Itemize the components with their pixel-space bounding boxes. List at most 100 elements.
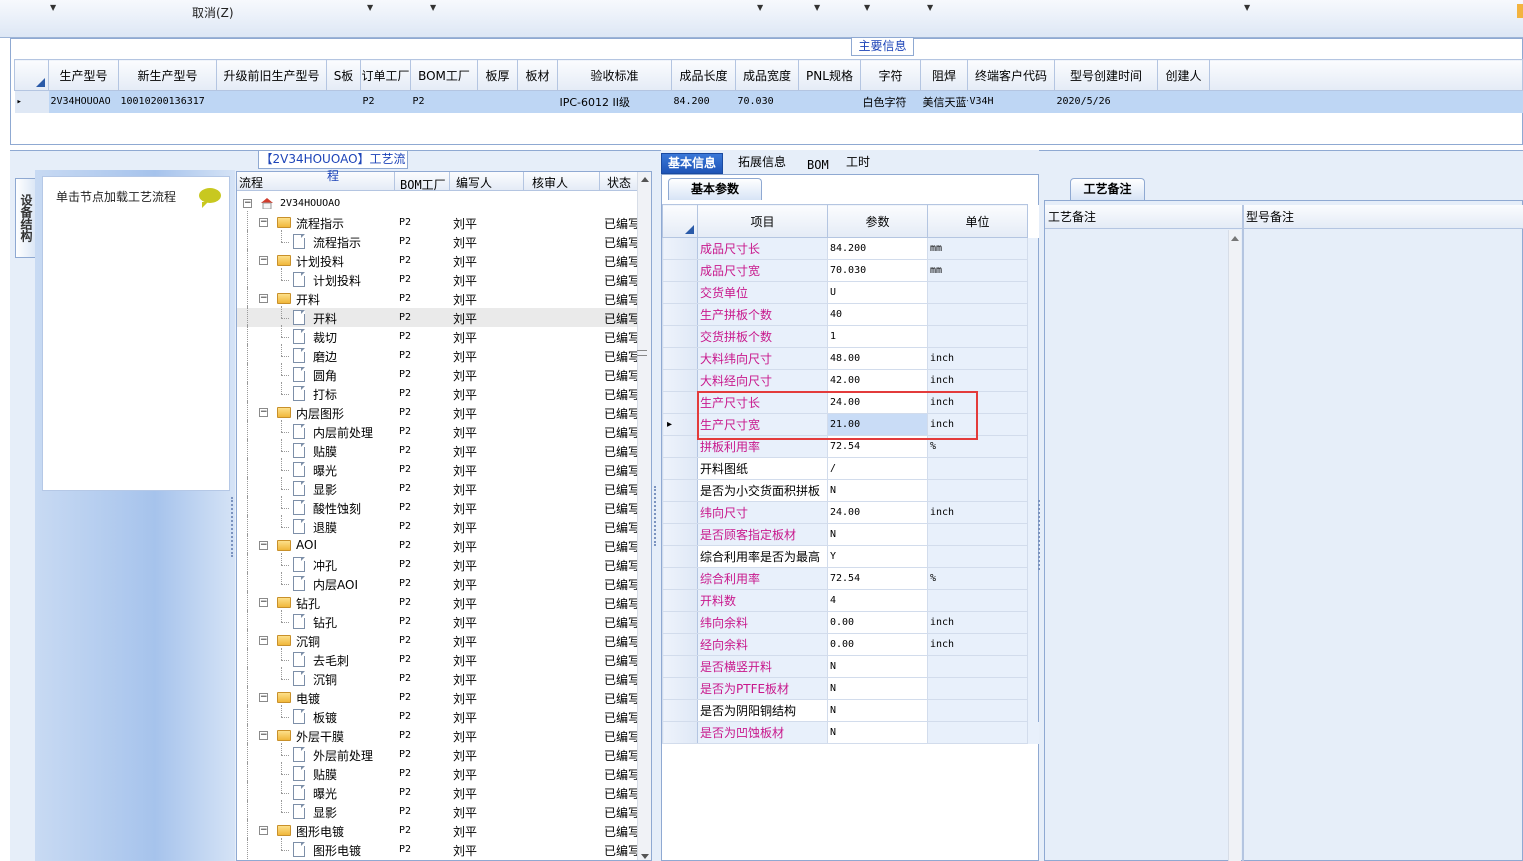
- main-col-header[interactable]: 板材: [517, 59, 558, 91]
- param-value[interactable]: 1: [827, 325, 928, 348]
- param-value[interactable]: Y: [827, 545, 928, 568]
- dropdown-arrow-icon[interactable]: ▼: [430, 3, 436, 12]
- remarks-divider[interactable]: [1242, 205, 1244, 861]
- main-cell[interactable]: 2V34HOUOAO: [48, 90, 119, 113]
- process-tree-row[interactable]: 曝光 P2 刘平 已编写: [237, 458, 637, 479]
- process-tree-row[interactable]: 裁切 P2 刘平 已编写: [237, 325, 637, 346]
- main-col-header[interactable]: 阻焊: [920, 59, 968, 91]
- dropdown-arrow-icon[interactable]: ▼: [1244, 3, 1250, 12]
- param-row[interactable]: 开料图纸 /: [662, 457, 1039, 480]
- header-corner[interactable]: [14, 59, 49, 91]
- tab-labor-hours[interactable]: 工时: [840, 153, 876, 174]
- collapse-icon[interactable]: −: [259, 731, 268, 740]
- param-unit[interactable]: [927, 523, 1028, 546]
- row-header[interactable]: [662, 721, 698, 744]
- process-tree-row[interactable]: − 计划投料 P2 刘平 已编写: [237, 249, 637, 270]
- param-unit[interactable]: inch: [927, 369, 1028, 392]
- row-header[interactable]: [662, 633, 698, 656]
- param-value[interactable]: 84.200: [827, 237, 928, 260]
- process-tree-row[interactable]: 退膜 P2 刘平 已编写: [237, 515, 637, 536]
- col-status[interactable]: 状态: [607, 174, 631, 191]
- param-value[interactable]: /: [827, 457, 928, 480]
- param-value[interactable]: N: [827, 523, 928, 546]
- param-value[interactable]: N: [827, 655, 928, 678]
- main-col-header[interactable]: 成品长度: [671, 59, 736, 91]
- row-header[interactable]: [662, 611, 698, 634]
- main-col-header[interactable]: 字符: [860, 59, 921, 91]
- param-unit[interactable]: inch: [927, 611, 1028, 634]
- col-item[interactable]: 项目: [697, 204, 828, 238]
- row-header[interactable]: [662, 589, 698, 612]
- process-tree-row[interactable]: − 内层图形 P2 刘平 已编写: [237, 401, 637, 422]
- param-value[interactable]: 40: [827, 303, 928, 326]
- row-header[interactable]: [662, 655, 698, 678]
- process-tree-row[interactable]: 显影 P2 刘平 已编写: [237, 800, 637, 821]
- process-tree-row[interactable]: 计划投料 P2 刘平 已编写: [237, 268, 637, 289]
- main-col-header[interactable]: 成品宽度: [735, 59, 799, 91]
- col-process[interactable]: 流程: [239, 174, 263, 191]
- row-header-corner[interactable]: [662, 204, 698, 238]
- row-indicator-icon[interactable]: ▸: [14, 90, 49, 113]
- dropdown-arrow-icon[interactable]: ▼: [367, 3, 373, 12]
- param-row[interactable]: 是否为阴阳铜结构 N: [662, 699, 1039, 722]
- param-value[interactable]: 24.00: [827, 501, 928, 524]
- main-cell[interactable]: P2: [360, 90, 411, 113]
- main-cell[interactable]: [216, 90, 327, 113]
- param-row[interactable]: 纬向尺寸 24.00 inch: [662, 501, 1039, 524]
- param-unit[interactable]: inch: [927, 347, 1028, 370]
- param-row[interactable]: 是否为小交货面积拼板 N: [662, 479, 1039, 502]
- main-col-header[interactable]: S板: [326, 59, 361, 91]
- param-unit[interactable]: [927, 303, 1028, 326]
- collapse-icon[interactable]: −: [259, 598, 268, 607]
- main-cell[interactable]: 2020/5/26: [1054, 90, 1158, 113]
- param-unit[interactable]: [927, 545, 1028, 568]
- main-col-header[interactable]: 验收标准: [557, 59, 672, 91]
- row-header[interactable]: ▸: [662, 413, 698, 436]
- param-unit[interactable]: [927, 721, 1028, 744]
- process-tree-row[interactable]: − 钻孔 P2 刘平 已编写: [237, 591, 637, 612]
- param-unit[interactable]: mm: [927, 259, 1028, 282]
- main-col-header[interactable]: 创建人: [1157, 59, 1210, 91]
- splitter-handle[interactable]: [231, 497, 235, 557]
- param-row[interactable]: 是否横竖开料 N: [662, 655, 1039, 678]
- process-tree-row[interactable]: − 图形电镀 P2 刘平 已编写: [237, 819, 637, 840]
- col-writer[interactable]: 编写人: [456, 174, 492, 191]
- main-cell[interactable]: [517, 90, 558, 113]
- param-row[interactable]: 交货单位 U: [662, 281, 1039, 304]
- main-col-header[interactable]: 生产型号: [48, 59, 119, 91]
- tree-scrollbar[interactable]: [637, 172, 651, 860]
- param-unit[interactable]: [927, 479, 1028, 502]
- main-cell[interactable]: 美信天蓝色: [920, 90, 968, 113]
- dropdown-arrow-icon[interactable]: ▼: [50, 3, 56, 12]
- process-tree-row[interactable]: − 电镀 P2 刘平 已编写: [237, 686, 637, 707]
- param-value[interactable]: 48.00: [827, 347, 928, 370]
- process-tree-row[interactable]: − AOI P2 刘平 已编写: [237, 534, 637, 555]
- process-tree-row[interactable]: − 流程指示 P2 刘平 已编写: [237, 211, 637, 232]
- process-tree-row[interactable]: 内层AOI P2 刘平 已编写: [237, 572, 637, 593]
- dropdown-arrow-icon[interactable]: ▼: [927, 3, 933, 12]
- row-header[interactable]: [662, 259, 698, 282]
- process-tree-row[interactable]: 沉铜 P2 刘平 已编写: [237, 667, 637, 688]
- process-tree-row[interactable]: 曝光 P2 刘平 已编写: [237, 781, 637, 802]
- process-tree-row[interactable]: 板镀 P2 刘平 已编写: [237, 705, 637, 726]
- row-header[interactable]: [662, 457, 698, 480]
- row-header[interactable]: [662, 523, 698, 546]
- process-tree-row[interactable]: 开料 P2 刘平 已编写: [237, 306, 637, 327]
- main-cell[interactable]: 白色字符: [860, 90, 921, 113]
- main-cell[interactable]: [326, 90, 361, 113]
- param-unit[interactable]: mm: [927, 237, 1028, 260]
- process-tree-row[interactable]: 酸性蚀刻 P2 刘平 已编写: [237, 496, 637, 517]
- row-header[interactable]: [662, 237, 698, 260]
- col-process-remarks[interactable]: 工艺备注: [1048, 208, 1096, 225]
- col-bom-factory[interactable]: BOM工厂: [400, 176, 446, 193]
- cancel-button[interactable]: 取消(Z): [192, 4, 234, 21]
- collapse-icon[interactable]: −: [259, 408, 268, 417]
- process-tree-grid[interactable]: 流程 BOM工厂 编写人 核审人 状态 − 2V34HOUOAO − 流程指示 P2 刘平…: [236, 171, 652, 861]
- param-value[interactable]: 70.030: [827, 259, 928, 282]
- param-unit[interactable]: [927, 699, 1028, 722]
- param-value[interactable]: N: [827, 479, 928, 502]
- process-tree-row[interactable]: − 开料 P2 刘平 已编写: [237, 287, 637, 308]
- process-tree-row[interactable]: 去毛刺 P2 刘平 已编写: [237, 648, 637, 669]
- process-tree-row[interactable]: 图形电镀 P2 刘平 已编写: [237, 838, 637, 859]
- main-cell[interactable]: [1157, 90, 1210, 113]
